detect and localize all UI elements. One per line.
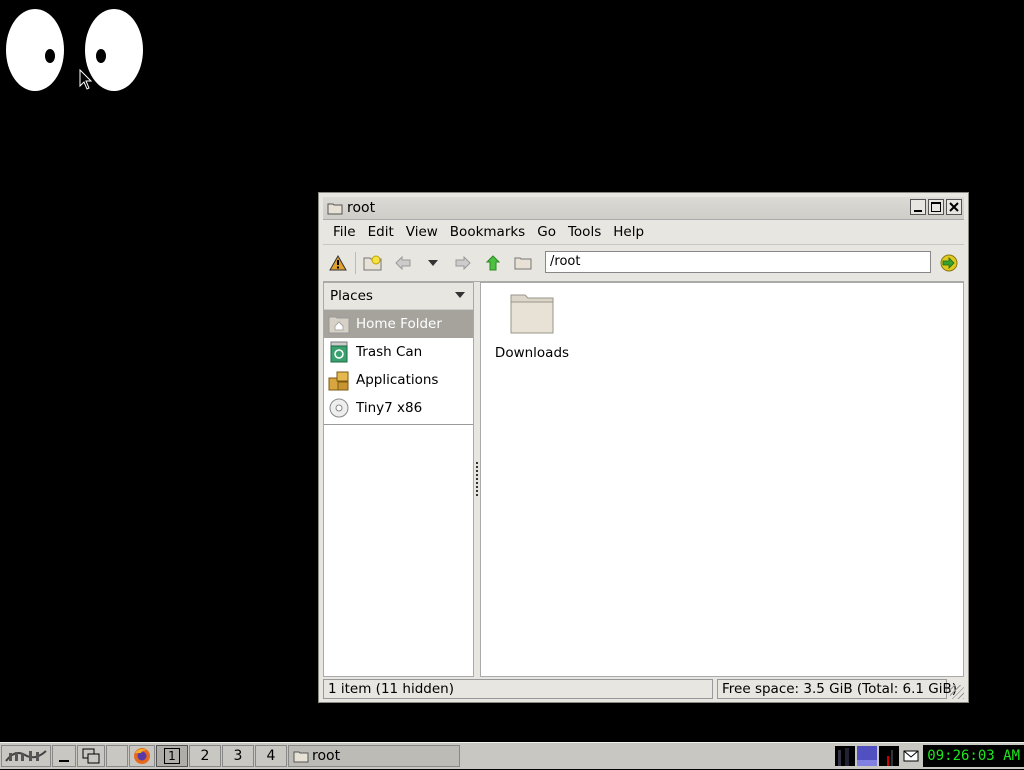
close-button[interactable] — [946, 199, 962, 215]
icewm-logo-icon — [3, 747, 49, 765]
cpu-monitor-icon[interactable] — [835, 746, 856, 766]
minimize-icon — [914, 210, 922, 212]
new-tab-button[interactable] — [362, 252, 384, 274]
chevron-down-icon — [428, 260, 438, 266]
path-input[interactable]: /root — [545, 251, 931, 273]
network-monitor-icon[interactable] — [857, 746, 878, 766]
go-arrow-icon — [940, 254, 958, 272]
window-title: root — [347, 200, 376, 216]
file-item-label: Downloads — [494, 345, 570, 361]
warning-icon — [329, 255, 347, 271]
forward-button[interactable] — [452, 252, 474, 274]
file-view: Downloads — [480, 282, 964, 677]
place-label: Applications — [356, 372, 439, 388]
firefox-icon — [134, 748, 150, 764]
taskbar-spacer — [106, 745, 128, 767]
maximize-button[interactable] — [928, 199, 944, 215]
menu-view[interactable]: View — [400, 224, 444, 240]
menu-tools[interactable]: Tools — [562, 224, 607, 240]
minimize-all-icon — [59, 760, 69, 762]
workspace-4[interactable]: 4 — [255, 745, 287, 767]
arrow-up-icon — [486, 255, 500, 271]
chevron-down-icon — [455, 292, 465, 298]
workspace-3[interactable]: 3 — [222, 745, 254, 767]
new-folder-icon — [363, 255, 382, 271]
menu-bar: File Edit View Bookmarks Go Tools Help — [323, 220, 964, 245]
title-bar[interactable]: root — [323, 197, 964, 220]
task-root-window[interactable]: root — [288, 745, 460, 767]
place-label: Home Folder — [356, 316, 442, 332]
toolbar: /root — [323, 245, 964, 282]
warning-button[interactable] — [327, 252, 349, 274]
start-menu-button[interactable] — [1, 745, 51, 767]
status-item-count: 1 item (11 hidden) — [323, 679, 713, 699]
place-label: Tiny7 x86 — [356, 400, 423, 416]
toolbar-separator — [355, 252, 356, 274]
xeyes-left-eye — [6, 9, 64, 91]
menu-help[interactable]: Help — [607, 224, 650, 240]
places-header-label: Places — [330, 288, 373, 304]
back-button[interactable] — [392, 252, 414, 274]
file-manager-window: root File Edit View Bookmarks Go Tools H… — [318, 192, 969, 703]
workspace-2-label: 2 — [200, 748, 210, 764]
places-divider — [324, 424, 473, 425]
workspace-2[interactable]: 2 — [189, 745, 221, 767]
memory-monitor-icon[interactable] — [879, 746, 900, 766]
place-label: Trash Can — [356, 344, 423, 360]
places-pane: Places Home Folder Trash Can Application… — [323, 282, 474, 677]
go-button[interactable] — [938, 252, 960, 274]
menu-file[interactable]: File — [323, 224, 362, 240]
history-dropdown-button[interactable] — [422, 252, 444, 274]
xeyes-left-pupil — [45, 49, 55, 63]
home-folder-icon — [328, 313, 350, 335]
arrow-left-icon — [395, 256, 411, 270]
folder-icon — [510, 294, 554, 334]
arrow-right-icon — [455, 256, 471, 270]
taskbar: 1 2 3 4 root 09:26:03 AM — [0, 742, 1024, 769]
clock[interactable]: 09:26:03 AM — [923, 745, 1024, 767]
task-label: root — [312, 748, 341, 764]
workspace-3-label: 3 — [233, 748, 243, 764]
trash-icon — [328, 341, 350, 363]
places-header[interactable]: Places — [324, 283, 473, 310]
window-list-button[interactable] — [77, 745, 105, 767]
status-free-space: Free space: 3.5 GiB (Total: 6.1 GiB) — [717, 679, 957, 699]
mail-icon[interactable] — [901, 746, 922, 766]
applications-icon — [328, 369, 350, 391]
menu-edit[interactable]: Edit — [362, 224, 400, 240]
folder-icon — [514, 257, 532, 270]
xeyes-right-eye — [85, 9, 143, 91]
splitter-grip[interactable] — [476, 462, 478, 496]
up-button[interactable] — [482, 252, 504, 274]
workspace-4-label: 4 — [266, 748, 276, 764]
firefox-launcher[interactable] — [129, 745, 155, 767]
resize-grip[interactable] — [950, 685, 964, 699]
folder-icon — [293, 751, 309, 762]
place-tiny7-x86[interactable]: Tiny7 x86 — [324, 394, 473, 422]
workspace-1[interactable]: 1 — [156, 745, 188, 767]
close-icon — [949, 202, 959, 212]
disc-icon — [328, 397, 350, 419]
maximize-icon — [931, 202, 941, 212]
menu-go[interactable]: Go — [531, 224, 562, 240]
system-tray: 09:26:03 AM — [833, 745, 1024, 767]
xeyes-right-pupil — [96, 49, 106, 63]
folder-icon — [327, 203, 343, 214]
place-applications[interactable]: Applications — [324, 366, 473, 394]
status-bar: 1 item (11 hidden) Free space: 3.5 GiB (… — [323, 679, 964, 699]
place-home-folder[interactable]: Home Folder — [324, 310, 473, 338]
workspace-1-label: 1 — [164, 748, 180, 764]
mouse-cursor-icon — [79, 69, 93, 90]
show-desktop-button[interactable] — [52, 745, 76, 767]
minimize-button[interactable] — [910, 199, 926, 215]
menu-bookmarks[interactable]: Bookmarks — [444, 224, 531, 240]
windows-icon — [82, 748, 100, 764]
place-trash-can[interactable]: Trash Can — [324, 338, 473, 366]
location-folder-button[interactable] — [512, 252, 534, 274]
file-item-downloads[interactable]: Downloads — [489, 291, 575, 361]
